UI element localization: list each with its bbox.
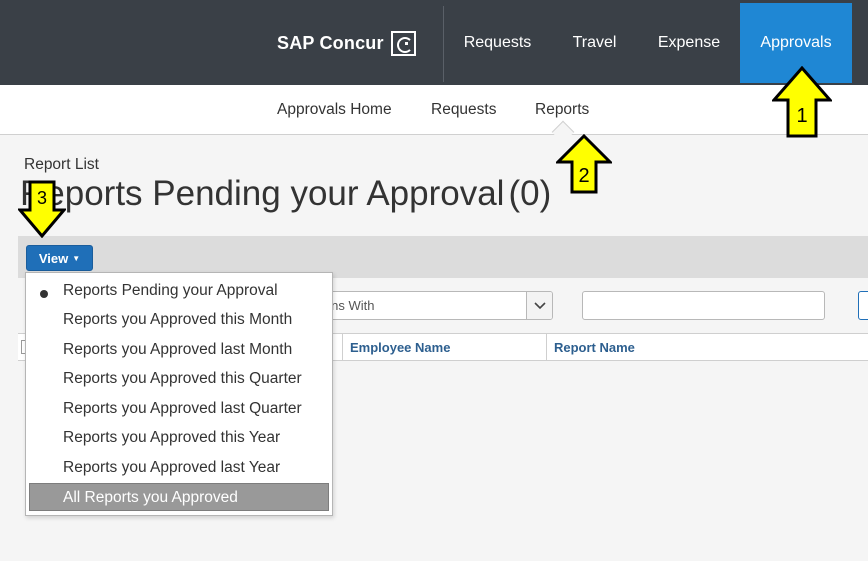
subnav-reports[interactable]: Reports <box>535 101 589 119</box>
menu-item-label: Reports you Approved this Month <box>63 311 293 328</box>
filter-operator-select[interactable]: gins With <box>318 291 553 320</box>
menu-item-pending[interactable]: Reports Pending your Approval <box>26 277 332 305</box>
nav-expense[interactable]: Expense <box>638 0 740 85</box>
menu-item-label: Reports you Approved this Quarter <box>63 370 302 387</box>
menu-item-approved-this-year[interactable]: Reports you Approved this Year <box>26 424 332 452</box>
menu-item-approved-last-year[interactable]: Reports you Approved last Year <box>26 454 332 482</box>
go-button[interactable] <box>858 291 868 320</box>
annotation-label-3: 3 <box>37 188 47 208</box>
menu-item-label: All Reports you Approved <box>63 489 238 506</box>
chevron-down-icon[interactable] <box>526 292 552 319</box>
sap-concur-logo[interactable]: SAP Concur <box>277 29 416 57</box>
view-button-label: View <box>38 250 69 266</box>
subnav-requests[interactable]: Requests <box>431 101 496 119</box>
column-employee-name[interactable]: Employee Name <box>350 340 450 355</box>
breadcrumb: Report List <box>24 156 99 173</box>
view-dropdown-menu: Reports Pending your Approval Reports yo… <box>25 272 333 516</box>
page-title-text: Reports Pending your Approval <box>20 174 505 213</box>
column-divider <box>546 334 547 360</box>
view-button[interactable]: View ▼ <box>26 245 93 271</box>
menu-item-approved-this-quarter[interactable]: Reports you Approved this Quarter <box>26 365 332 393</box>
caret-down-icon: ▼ <box>72 253 81 263</box>
logo-text: SAP Concur <box>277 32 384 53</box>
menu-item-label: Reports you Approved last Quarter <box>63 400 302 417</box>
menu-item-label: Reports you Approved last Year <box>63 459 281 476</box>
sub-navigation-bar: Approvals Home Requests Reports <box>0 85 868 135</box>
page-title: Reports Pending your Approval (0) <box>20 174 551 214</box>
subnav-approvals-home[interactable]: Approvals Home <box>277 101 392 119</box>
annotation-arrow-3: 3 <box>18 180 66 238</box>
annotation-label-2: 2 <box>578 165 589 187</box>
menu-item-label: Reports Pending your Approval <box>63 282 278 299</box>
annotation-arrow-2: 2 <box>556 134 612 194</box>
column-divider <box>342 334 343 360</box>
annotation-label-1: 1 <box>796 105 807 127</box>
annotation-arrow-1: 1 <box>772 66 832 138</box>
menu-item-approved-this-month[interactable]: Reports you Approved this Month <box>26 306 332 334</box>
nav-requests[interactable]: Requests <box>444 0 551 85</box>
concur-c-logo-icon <box>390 30 416 56</box>
menu-item-approved-last-month[interactable]: Reports you Approved last Month <box>26 336 332 364</box>
menu-item-all-approved[interactable]: All Reports you Approved <box>29 483 329 511</box>
column-report-name[interactable]: Report Name <box>554 340 635 355</box>
pending-count: (0) <box>508 174 552 213</box>
nav-travel[interactable]: Travel <box>551 0 638 85</box>
menu-item-label: Reports you Approved last Month <box>63 341 293 358</box>
search-input[interactable] <box>582 291 825 320</box>
menu-item-label: Reports you Approved this Year <box>63 429 281 446</box>
menu-item-approved-last-quarter[interactable]: Reports you Approved last Quarter <box>26 395 332 423</box>
